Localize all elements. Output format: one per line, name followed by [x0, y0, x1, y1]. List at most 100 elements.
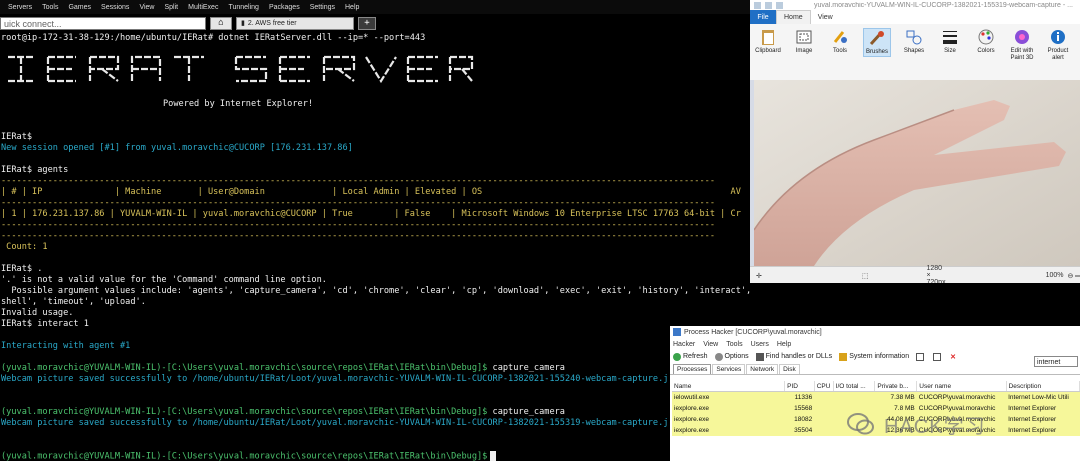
quick-access-toolbar[interactable]	[750, 1, 814, 9]
terminal-menu-multiexec[interactable]: MultiExec	[188, 4, 218, 11]
ph-toolbar: Refresh Options Find handles or DLLs Sys…	[670, 350, 1080, 363]
terminal-menu-settings[interactable]: Settings	[310, 4, 335, 11]
terminal-line: Webcam picture saved successfully to /ho…	[1, 418, 669, 428]
shell-prompt: (yuval.moravchic@YUVALM-WIN-IL)-[C:\User…	[1, 451, 488, 461]
quick-connect-input[interactable]: uick connect...	[0, 16, 206, 30]
size-button[interactable]: Size	[937, 28, 963, 55]
terminal-menu-tools[interactable]: Tools	[42, 4, 58, 11]
ph-menu-tools[interactable]: Tools	[726, 341, 742, 348]
zoom-slider[interactable]	[1075, 274, 1080, 277]
process-cell: 35504	[784, 425, 815, 436]
process-cell	[814, 414, 834, 425]
terminal-line: Count: 1	[1, 242, 48, 252]
image-button[interactable]: Image	[791, 28, 817, 55]
edit-with-paint3d-button[interactable]: Edit with Paint 3D	[1009, 28, 1035, 62]
find-handles-button[interactable]: Find handles or DLLs	[755, 352, 832, 361]
terminal-tabbar: uick connect... ⌂ ▮ 2. AWS free tier +	[0, 15, 750, 31]
process-cell	[814, 403, 834, 414]
process-cell: 18082	[784, 414, 815, 425]
colors-button[interactable]: Colors	[973, 28, 999, 55]
tab-home[interactable]: Home	[776, 10, 811, 24]
clipboard-button[interactable]: Clipboard	[755, 28, 781, 55]
column-header[interactable]: Name	[672, 381, 786, 392]
terminal-line: Interacting with agent #1	[1, 341, 131, 351]
webcam-capture-image[interactable]	[754, 80, 1080, 266]
process-cell: 11336	[784, 391, 815, 403]
terminal-output[interactable]: root@ip-172-31-38-129:/home/ubuntu/IERat…	[0, 33, 750, 461]
tab-file[interactable]: File	[750, 10, 776, 24]
brushes-button[interactable]: Brushes	[863, 28, 891, 57]
process-cell: iexplore.exe	[672, 425, 785, 436]
shapes-button[interactable]: Shapes	[901, 28, 927, 55]
ph-menu-help[interactable]: Help	[777, 341, 791, 348]
terminal-menu-sessions[interactable]: Sessions	[101, 4, 129, 11]
shapes-icon	[906, 30, 922, 45]
tab-network[interactable]: Network	[746, 364, 779, 374]
copy-icon[interactable]	[933, 352, 943, 361]
tab-aws-free-tier[interactable]: ▮ 2. AWS free tier	[236, 16, 354, 30]
tab-disk[interactable]: Disk	[779, 364, 800, 374]
tab-view[interactable]: View	[811, 10, 840, 24]
tools-icon	[833, 31, 847, 43]
terminal-line: IERat$	[1, 132, 33, 142]
column-header[interactable]: Description	[1006, 381, 1080, 392]
column-header[interactable]: User name	[916, 381, 1007, 392]
terminal-menu-games[interactable]: Games	[68, 4, 91, 11]
terminal-window[interactable]: Servers Tools Games Sessions View Split MultiE…	[0, 0, 750, 461]
tab-processes[interactable]: Processes	[673, 364, 712, 374]
undo-icon[interactable]	[765, 1, 772, 9]
paint-canvas-area[interactable]	[750, 80, 1080, 266]
paint3d-icon	[1015, 30, 1029, 44]
window-icon[interactable]	[916, 352, 926, 361]
ph-menu-hacker[interactable]: Hacker	[673, 341, 695, 348]
process-cell	[814, 425, 834, 436]
paint-statusbar: ✛ ⬚ 1280 × 720px 100% ⊖	[750, 265, 1080, 283]
tab-services[interactable]: Services	[712, 364, 746, 374]
terminal-menu-help[interactable]: Help	[345, 4, 359, 11]
paint-title-text: yuval.moravchic-YUVALM-WIN-IL-CUCORP-138…	[814, 1, 1073, 9]
system-information-button[interactable]: System information	[839, 352, 909, 361]
zoom-out-button[interactable]: ⊖	[1067, 272, 1073, 280]
terminal-line: New session opened [#1] from yuval.morav…	[1, 143, 353, 153]
size-icon	[943, 31, 957, 44]
process-table-header: Name PID CPU I/O total ... Private b... User …	[672, 381, 1080, 392]
tools-button[interactable]: Tools	[827, 28, 853, 55]
terminal-menu-tunneling[interactable]: Tunneling	[228, 4, 259, 11]
selection-icon: ⬚	[861, 272, 869, 280]
terminal-menu-servers[interactable]: Servers	[8, 4, 32, 11]
column-header[interactable]: Private b...	[874, 381, 918, 392]
close-icon[interactable]: ✕	[950, 353, 956, 361]
terminal-cursor	[490, 451, 497, 461]
ph-menu-view[interactable]: View	[703, 341, 718, 348]
terminal-line: Webcam picture saved successfully to /ho…	[1, 374, 669, 384]
info-alert-icon	[1051, 30, 1065, 44]
new-tab-button[interactable]: +	[358, 16, 376, 30]
product-alert-button[interactable]: Product alert	[1045, 28, 1071, 62]
plus-icon: +	[364, 18, 370, 28]
column-header[interactable]: I/O total ...	[833, 381, 876, 392]
terminal-menubar: Servers Tools Games Sessions View Split MultiE…	[0, 0, 750, 14]
terminal-line: IERat$ interact 1	[1, 319, 89, 329]
process-cell: 15568	[784, 403, 815, 414]
redo-icon[interactable]	[776, 1, 783, 9]
terminal-line: | 1 | 176.231.137.86 | YUVALM-WIN-IL | y…	[1, 209, 741, 219]
shell-command: capture_camera	[487, 363, 565, 373]
paint-titlebar: yuval.moravchic-YUVALM-WIN-IL-CUCORP-138…	[750, 0, 1080, 10]
column-header[interactable]: PID	[784, 381, 815, 392]
zoom-level: 100%	[1045, 272, 1064, 279]
ph-menu-users[interactable]: Users	[751, 341, 769, 348]
column-header[interactable]: CPU	[814, 381, 834, 392]
terminal-menu-split[interactable]: Split	[164, 4, 178, 11]
ph-titlebar: Process Hacker [CUCORP\yuval.moravchic]	[670, 326, 1080, 338]
save-icon[interactable]	[754, 1, 761, 9]
paint-window[interactable]: yuval.moravchic-YUVALM-WIN-IL-CUCORP-138…	[750, 0, 1080, 283]
ph-search-input[interactable]: internet	[1034, 356, 1078, 367]
terminal-menu-packages[interactable]: Packages	[269, 4, 300, 11]
terminal-menu-view[interactable]: View	[139, 4, 154, 11]
process-cell: ielowutil.exe	[672, 391, 785, 403]
ph-tabs: Processes Services Network Disk	[670, 363, 1080, 375]
options-button[interactable]: Options	[714, 352, 749, 361]
home-tab[interactable]: ⌂	[210, 16, 232, 30]
refresh-button[interactable]: Refresh	[673, 352, 708, 361]
table-rule: ----------------------------------------…	[1, 220, 715, 230]
